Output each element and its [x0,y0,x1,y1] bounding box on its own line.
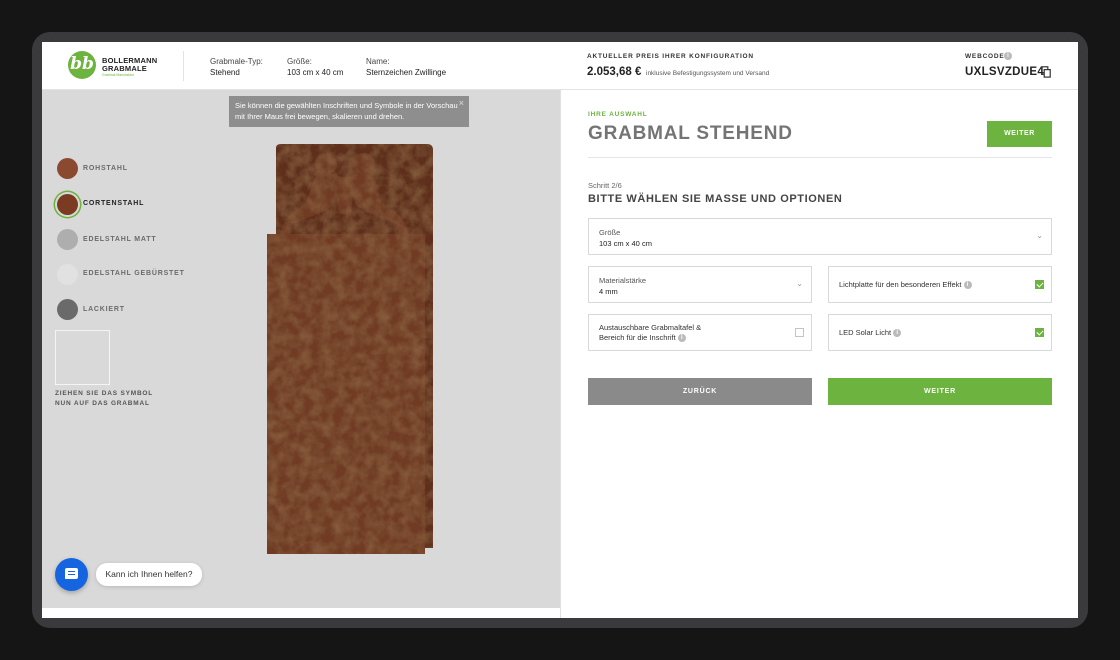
chat-button[interactable] [55,558,88,591]
symbol-hint: ZIEHEN SIE DAS SYMBOL NUN AUF DAS GRABMA… [55,389,153,409]
name-label: Name: [366,57,390,66]
size-select-label: Größe [599,228,621,237]
back-button[interactable]: ZURÜCK [588,378,812,405]
material-label-cortenstahl[interactable]: CORTENSTAHL [83,200,144,207]
step-indicator: Schritt 2/6 [588,181,622,190]
brand-name-line2: GRABMALE [102,64,147,73]
led-solar-checkbox[interactable] [1035,327,1044,337]
light-plate-option[interactable]: Lichtplatte für den besonderen Effekt i [828,266,1052,303]
thickness-select-label: Materialstärke [599,276,647,285]
exchangeable-plate-label: Austauschbare Grabmaltafel & Bereich für… [599,323,701,343]
info-icon[interactable]: i [677,334,686,343]
info-icon[interactable]: i [963,281,972,290]
exchangeable-plate-text-2: Bereich für die Inschrift [599,333,676,342]
size-value: 103 cm x 40 cm [287,68,344,77]
light-plate-text: Lichtplatte für den besonderen Effekt [839,280,962,289]
light-plate-checkbox[interactable] [1035,279,1044,289]
copy-icon[interactable] [1041,66,1051,78]
chat-icon [65,568,78,579]
chevron-down-icon: ⌄ [796,279,803,288]
thickness-select-value: 4 mm [599,287,618,296]
selection-label: IHRE AUSWAHL [588,111,648,118]
material-swatch-cortenstahl[interactable] [57,194,78,215]
material-label-lackiert[interactable]: LACKIERT [83,306,125,313]
material-label-edelstahl-gebuerstet[interactable]: EDELSTAHL GEBÜRSTET [83,270,185,277]
config-panel: IHRE AUSWAHL GRABMAL STEHEND WEITER Schr… [560,90,1078,618]
preview-panel: Sie können die gewählten Inschriften und… [42,90,560,608]
section-divider [588,157,1052,158]
symbol-hint-line2: NUN AUF DAS GRABMAL [55,400,150,407]
size-select[interactable]: Größe 103 cm x 40 cm ⌄ [588,218,1052,255]
symbol-hint-line1: ZIEHEN SIE DAS SYMBOL [55,390,154,397]
exchangeable-plate-text-1: Austauschbare Grabmaltafel & [599,323,702,332]
material-swatch-edelstahl-gebuerstet[interactable] [57,264,78,285]
size-select-value: 103 cm x 40 cm [599,239,652,248]
next-button[interactable]: WEITER [828,378,1052,405]
brand-logo-icon[interactable]: bb [68,51,96,79]
brand-tagline: Grabmal Manufaktur [102,73,134,77]
led-solar-option[interactable]: LED Solar Licht i [828,314,1052,351]
webcode-info-icon[interactable]: i [1004,52,1012,60]
gravestone-front-plate [267,234,425,554]
gravestone-preview[interactable] [267,144,435,554]
thickness-select[interactable]: Materialstärke 4 mm ⌄ [588,266,812,303]
exchangeable-plate-option[interactable]: Austauschbare Grabmaltafel & Bereich für… [588,314,812,351]
header-divider [183,51,184,81]
material-swatch-lackiert[interactable] [57,299,78,320]
top-header: bb BOLLERMANN GRABMALE Grabmal Manufaktu… [42,42,1078,90]
name-value: Sternzeichen Zwillinge [366,68,447,77]
preview-hint-tooltip: Sie können die gewählten Inschriften und… [229,96,469,127]
chevron-down-icon: ⌄ [1036,231,1043,240]
material-label-edelstahl-matt[interactable]: EDELSTAHL MATT [83,236,156,243]
preview-hint-text: Sie können die gewählten Inschriften und… [235,101,458,121]
material-swatch-rohstahl[interactable] [57,158,78,179]
type-value: Stehend [210,68,240,77]
material-swatch-edelstahl-matt[interactable] [57,229,78,250]
close-icon[interactable]: × [459,98,464,109]
chat-bubble[interactable]: Kann ich Ihnen helfen? [96,563,202,586]
price-note: inklusive Befestigungssystem und Versand [646,70,770,77]
next-button-top[interactable]: WEITER [987,121,1052,147]
exchangeable-plate-checkbox[interactable] [795,328,804,337]
led-solar-text: LED Solar Licht [839,328,892,337]
led-solar-label: LED Solar Licht i [839,328,902,338]
webcode-value: UXLSVZDUE4 [965,66,1045,78]
page-title: GRABMAL STEHEND [588,123,793,144]
configurator-window: bb BOLLERMANN GRABMALE Grabmal Manufaktu… [42,42,1078,618]
step-title: BITTE WÄHLEN SIE MASSE UND OPTIONEN [588,193,843,205]
price-value: 2.053,68 € [587,66,642,78]
size-label: Größe: [287,57,312,66]
material-label-rohstahl[interactable]: ROHSTAHL [83,165,128,172]
info-icon[interactable]: i [893,329,902,338]
type-label: Grabmale-Typ: [210,57,263,66]
webcode-label: WEBCODE [965,53,1005,60]
price-label: AKTUELLER PREIS IHRER KONFIGURATION [587,53,754,60]
light-plate-label: Lichtplatte für den besonderen Effekt i [839,280,972,290]
symbol-drop-box[interactable] [55,330,110,385]
